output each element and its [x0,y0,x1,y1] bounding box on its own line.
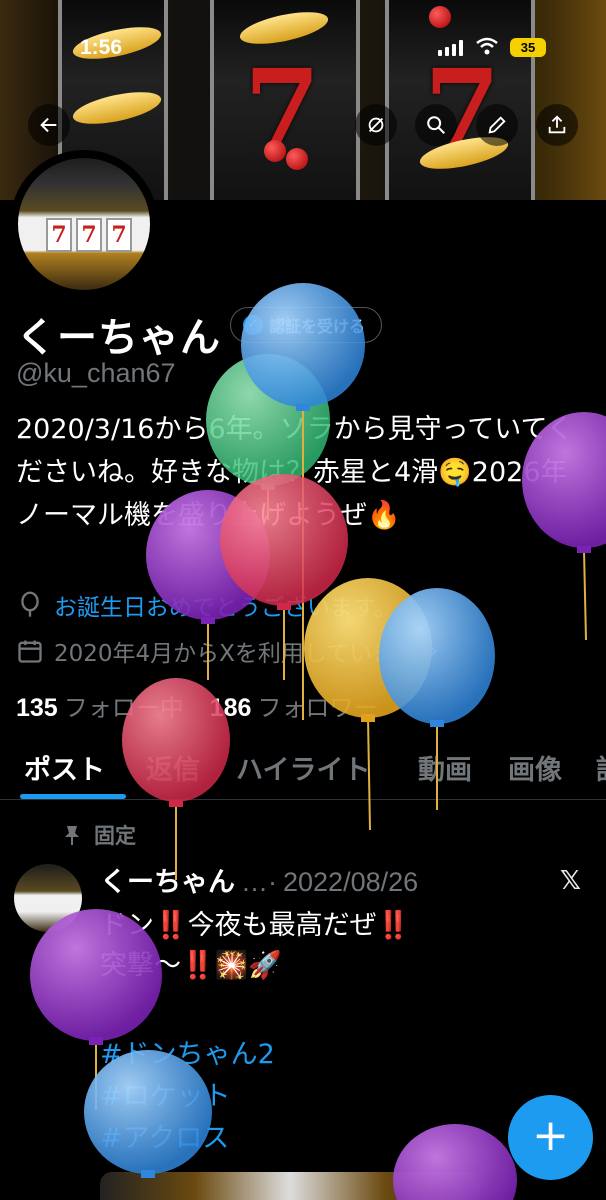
compose-post-button[interactable]: + [508,1095,593,1180]
active-tab-indicator [20,794,126,799]
banana-symbol [70,85,164,131]
following-count: 135 [16,694,58,722]
loop-button[interactable] [355,104,397,146]
x-logo-icon: 𝕏 [560,866,581,896]
get-verified-button[interactable]: ✓ 認証を受ける [230,307,383,343]
profile-bio: 2020/3/16から6年。ソラから見守っていてくださいね。好きな物は？赤星と4… [16,414,574,531]
birthday-line: お誕生日おめでとうございます。 [16,588,397,622]
post-media[interactable] [100,1172,480,1200]
profile-handle: @ku_chan67 [16,358,176,388]
loop-icon [368,117,384,133]
cherry-symbol [264,140,286,162]
back-icon [40,117,57,133]
status-bar: 1:56 35 [0,28,606,68]
post-header: くーちゃん …· 2022/08/26 [100,860,418,899]
share-button[interactable] [536,104,578,146]
chevron-right-icon: › [428,636,439,666]
edit-button[interactable] [476,104,518,146]
hashtag-link[interactable]: #アクロス [100,1118,275,1160]
tab-articles[interactable]: 記 [596,748,606,787]
following-link[interactable]: 135 フォロー中 [16,688,184,723]
post-date[interactable]: 2022/08/26 [283,867,418,898]
status-time: 1:56 [80,36,123,59]
post-avatar[interactable] [14,864,82,932]
post-ellipsis: …· [241,867,277,897]
tab-posts[interactable]: ポスト [24,748,105,787]
following-label: フォロー中 [63,694,184,722]
get-verified-label: 認証を受ける [269,317,366,336]
back-button[interactable] [28,104,70,146]
battery-icon: 35 [510,38,546,57]
birthday-text: お誕生日おめでとうございます。 [54,595,397,621]
post-hashtags: #ドンちゃん2 #ロケット #アクロス [100,1034,275,1160]
balloon-icon [21,591,39,617]
followers-count: 186 [209,694,252,722]
tab-highlights[interactable]: ハイライト [236,748,370,787]
tab-replies[interactable]: 返信 [146,748,200,787]
tab-videos[interactable]: 動画 [418,748,472,787]
cherry-symbol [429,6,451,28]
joined-text: 2020年4月からXを利用しています [54,641,419,667]
profile-tabs: ポスト 返信 ハイライト 動画 画像 記 [0,740,606,800]
verified-badge-icon: ✓ [243,315,263,335]
cherry-symbol [286,148,308,170]
profile-name: くーちゃん [16,315,221,361]
hashtag-link[interactable]: #ロケット [100,1076,275,1118]
pinned-label: 固定 [94,824,136,848]
search-button[interactable] [415,104,457,146]
post-text: ドン‼️今夜も最高だぜ‼️ 突撃〜‼️🎇🚀 [100,910,411,981]
followers-label: フォロワー [257,694,378,722]
hashtag-link[interactable]: #ドンちゃん2 [100,1034,275,1076]
profile-avatar[interactable]: 7 7 7 [10,150,158,298]
search-icon [427,116,445,134]
pinned-indicator: 固定 [62,820,136,850]
avatar-reel: 7 [46,218,72,252]
pin-icon [65,826,79,845]
calendar-icon [18,640,42,663]
post-author[interactable]: くーちゃん [100,860,235,899]
wifi-icon [476,36,498,60]
follow-stats: 135 フォロー中 186 フォロワー [16,688,377,723]
share-icon [548,115,566,134]
avatar-reel: 7 [76,218,102,252]
tab-images[interactable]: 画像 [508,748,562,787]
followers-link[interactable]: 186 フォロワー [210,688,378,723]
avatar-image: 7 7 7 [18,158,150,290]
signal-icon [438,40,463,56]
edit-icon [488,116,506,134]
avatar-reel: 7 [106,218,132,252]
joined-line[interactable]: 2020年4月からXを利用しています › [16,634,439,668]
